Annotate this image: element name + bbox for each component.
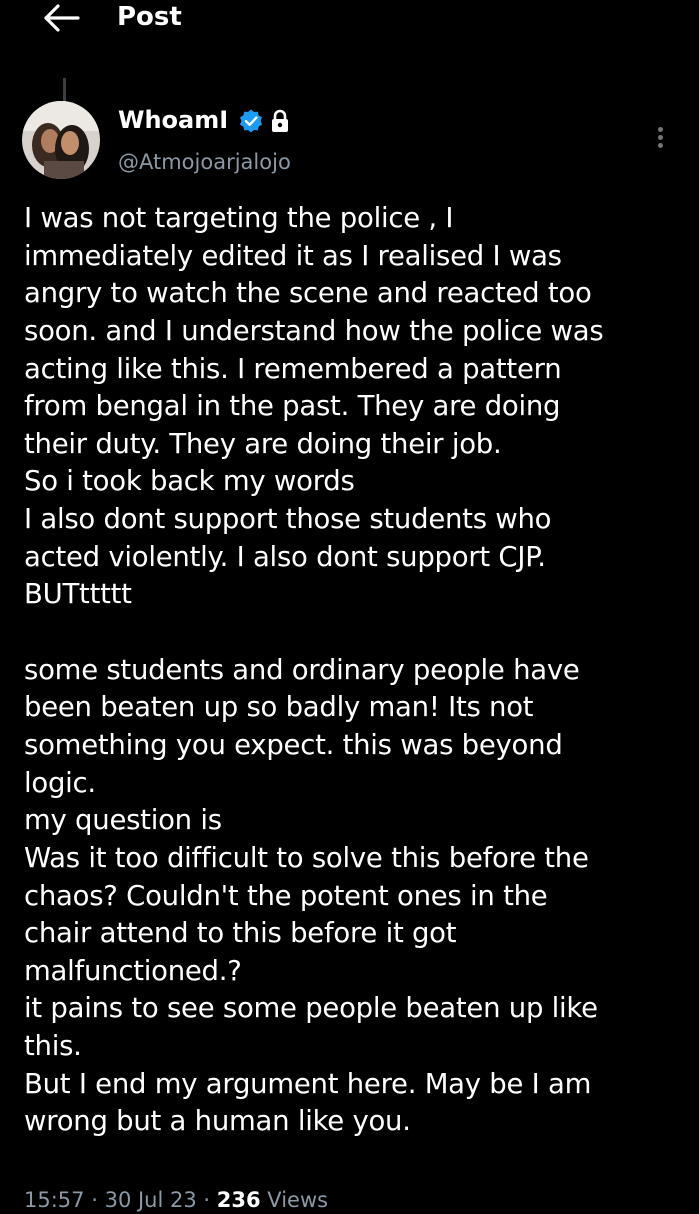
more-options-button[interactable] — [645, 124, 675, 158]
post-meta: 15:57 · 30 Jul 23 · 236 Views — [24, 1186, 328, 1214]
post-line: been beaten up so badly man! Its not — [24, 691, 534, 724]
post-line: immediately edited it as I realised I wa… — [24, 239, 562, 272]
meta-separator: · — [203, 1188, 217, 1212]
post-time[interactable]: 15:57 — [24, 1188, 85, 1212]
avatar-image — [22, 101, 100, 179]
more-dot-icon — [657, 127, 663, 132]
post-line: wrong but a human like you. — [24, 1105, 411, 1138]
post-line: I was not targeting the police , I — [24, 202, 454, 234]
post-line: malfunctioned.? — [24, 954, 242, 987]
post-text: I was not targeting the police , I immed… — [24, 200, 689, 1141]
post-line: acted violently. I also dont support CJP… — [24, 540, 546, 573]
arrow-left-icon — [44, 4, 80, 32]
post-line — [24, 614, 689, 652]
author-display-name[interactable]: WhoamI — [118, 104, 228, 136]
page-title: Post — [117, 2, 182, 32]
post-line: BUTttttt — [24, 578, 132, 611]
post-line: soon. and I understand how the police wa… — [24, 314, 604, 347]
post-line: my question is — [24, 804, 222, 837]
post-line: angry to watch the scene and reacted too — [24, 277, 592, 310]
views-label: Views — [267, 1188, 329, 1212]
thread-connector-line — [63, 78, 66, 102]
more-dot-icon — [657, 143, 663, 148]
meta-separator: · — [91, 1188, 105, 1212]
post-line: their duty. They are doing their job. — [24, 427, 502, 460]
author-handle[interactable]: @Atmojoarjalojo — [118, 148, 291, 176]
lock-icon — [272, 109, 288, 132]
post-date[interactable]: 30 Jul 23 — [105, 1188, 197, 1212]
post-line: I also dont support those students who — [24, 503, 552, 536]
post-line: chair attend to this before it got — [24, 917, 457, 950]
post-line: So i took back my words — [24, 465, 355, 498]
post-line: logic. — [24, 766, 96, 799]
post-line: something you expect. this was beyond — [24, 728, 563, 761]
more-dot-icon — [657, 135, 663, 140]
back-button[interactable] — [40, 0, 84, 36]
verified-badge-icon — [240, 109, 262, 133]
post-line: chaos? Couldn't the potent ones in the — [24, 879, 548, 912]
avatar[interactable] — [22, 101, 100, 179]
post-line: from bengal in the past. They are doing — [24, 390, 561, 423]
post-line: this. — [24, 1030, 82, 1063]
top-bar: Post — [0, 0, 699, 40]
post-line: it pains to see some people beaten up li… — [24, 992, 598, 1025]
views-count: 236 — [216, 1188, 261, 1212]
post-line: acting like this. I remembered a pattern — [24, 352, 562, 385]
post-line: some students and ordinary people have — [24, 653, 580, 686]
post-line: But I end my argument here. May be I am — [24, 1067, 592, 1100]
post-line: Was it too difficult to solve this befor… — [24, 841, 589, 874]
